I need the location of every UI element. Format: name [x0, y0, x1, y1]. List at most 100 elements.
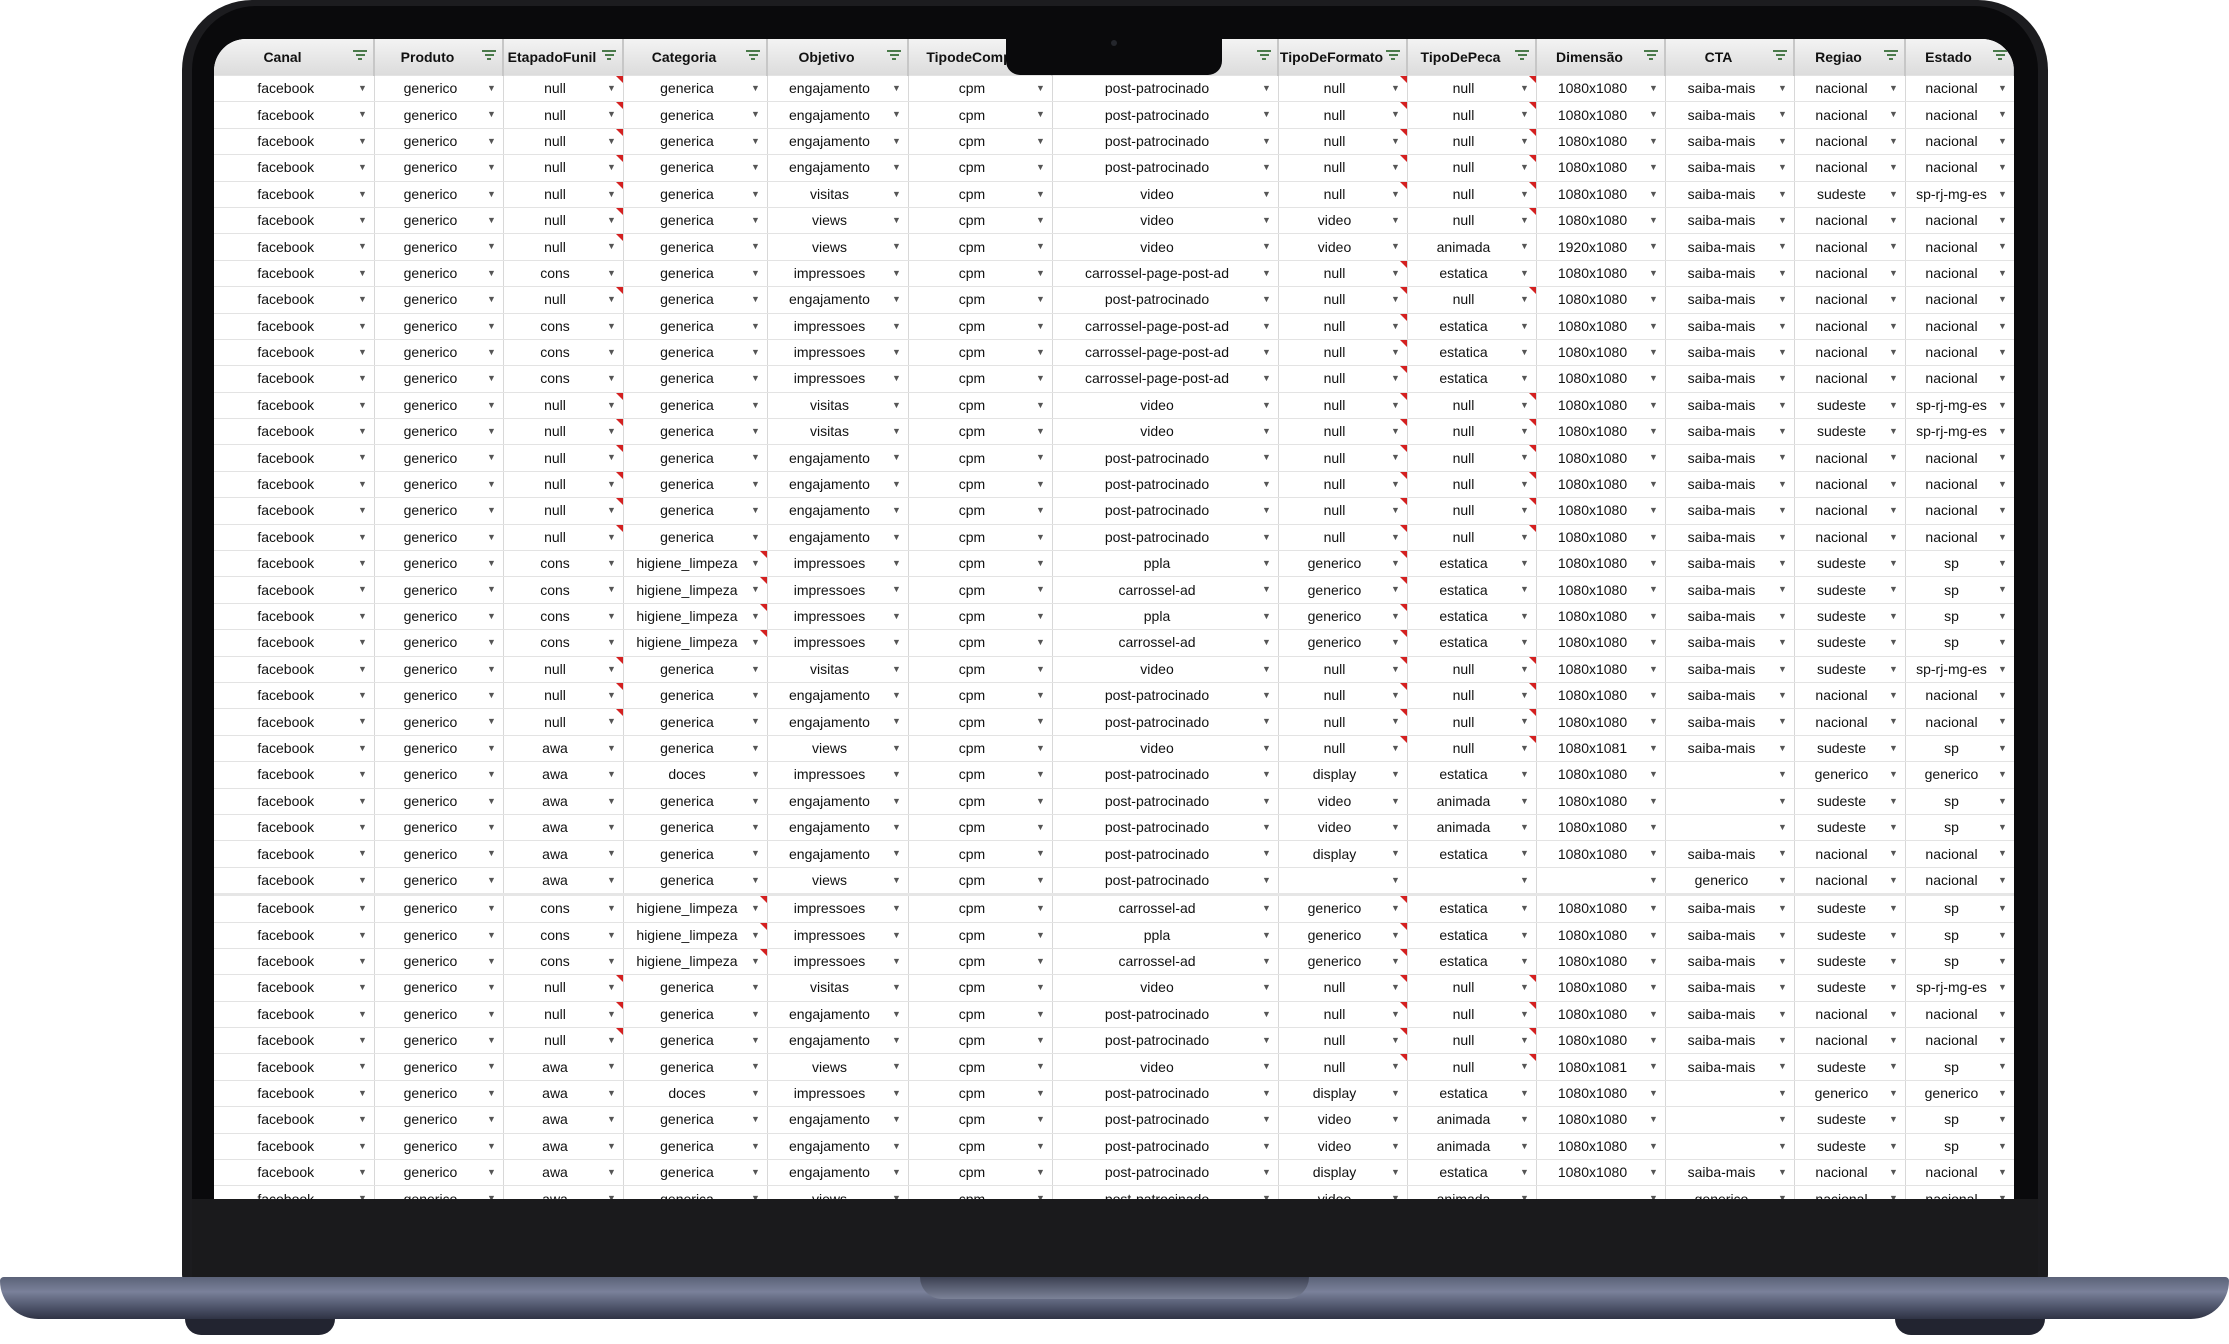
table-cell[interactable]: null ▼ [1407, 735, 1537, 763]
table-cell[interactable]: post-patrocinado ▼ [1052, 1001, 1279, 1029]
table-cell[interactable]: null ▼ [1278, 735, 1408, 763]
dropdown-arrow-icon[interactable]: ▼ [487, 261, 497, 286]
dropdown-arrow-icon[interactable]: ▼ [1998, 155, 2008, 180]
dropdown-arrow-icon[interactable]: ▼ [751, 419, 761, 444]
dropdown-arrow-icon[interactable]: ▼ [1262, 472, 1272, 497]
dropdown-arrow-icon[interactable]: ▼ [487, 898, 497, 921]
table-cell[interactable]: post-patrocinado ▼ [1052, 814, 1279, 842]
dropdown-arrow-icon[interactable]: ▼ [1998, 129, 2008, 154]
dropdown-arrow-icon[interactable]: ▼ [892, 261, 902, 286]
dropdown-arrow-icon[interactable]: ▼ [1036, 709, 1046, 734]
dropdown-arrow-icon[interactable]: ▼ [1998, 1054, 2008, 1079]
table-cell[interactable]: sp ▼ [1905, 1133, 2014, 1161]
table-cell[interactable]: nacional ▼ [1905, 128, 2014, 156]
comment-indicator-icon[interactable] [1528, 1028, 1535, 1036]
dropdown-arrow-icon[interactable]: ▼ [1036, 762, 1046, 787]
table-cell[interactable]: cpm ▼ [908, 948, 1053, 976]
dropdown-arrow-icon[interactable]: ▼ [1998, 287, 2008, 312]
dropdown-arrow-icon[interactable]: ▼ [1998, 577, 2008, 602]
table-cell[interactable]: engajamento ▼ [767, 101, 909, 129]
dropdown-arrow-icon[interactable]: ▼ [358, 155, 368, 180]
table-cell[interactable]: ppla ▼ [1052, 550, 1279, 578]
table-cell[interactable]: facebook ▼ [214, 576, 375, 604]
table-cell[interactable]: sudeste ▼ [1794, 1053, 1906, 1081]
table-cell[interactable]: higiene_limpeza ▼ [623, 603, 768, 631]
dropdown-arrow-icon[interactable]: ▼ [1778, 1160, 1788, 1185]
filter-icon[interactable] [482, 48, 496, 62]
table-cell[interactable]: facebook ▼ [214, 761, 375, 789]
comment-indicator-icon[interactable] [759, 948, 766, 956]
table-cell[interactable]: nacional ▼ [1794, 1001, 1906, 1029]
table-cell[interactable]: engajamento ▼ [767, 75, 909, 103]
table-cell[interactable]: awa ▼ [503, 840, 624, 868]
table-cell[interactable]: video ▼ [1278, 1185, 1408, 1199]
comment-indicator-icon[interactable] [1528, 155, 1535, 163]
table-cell[interactable]: nacional ▼ [1794, 75, 1906, 103]
table-cell[interactable]: engajamento ▼ [767, 286, 909, 314]
table-cell[interactable]: impressoes ▼ [767, 576, 909, 604]
table-cell[interactable]: generico ▼ [374, 948, 504, 976]
dropdown-arrow-icon[interactable]: ▼ [487, 1186, 497, 1199]
dropdown-arrow-icon[interactable]: ▼ [1778, 340, 1788, 365]
dropdown-arrow-icon[interactable]: ▼ [1649, 1134, 1659, 1159]
table-cell[interactable]: generico ▼ [374, 392, 504, 420]
table-cell[interactable]: estatica ▼ [1407, 629, 1537, 657]
table-cell[interactable]: facebook ▼ [214, 603, 375, 631]
table-cell[interactable]: awa ▼ [503, 761, 624, 789]
table-cell[interactable]: generico ▼ [1278, 629, 1408, 657]
dropdown-arrow-icon[interactable]: ▼ [1520, 949, 1530, 974]
table-cell[interactable]: 1080x1080 ▼ [1536, 181, 1666, 208]
table-cell[interactable]: saiba-mais ▼ [1665, 682, 1795, 710]
dropdown-arrow-icon[interactable]: ▼ [751, 525, 761, 550]
dropdown-arrow-icon[interactable]: ▼ [1889, 604, 1899, 629]
table-cell[interactable]: cons ▼ [503, 260, 624, 288]
dropdown-arrow-icon[interactable]: ▼ [1778, 898, 1788, 921]
filter-icon[interactable] [1884, 48, 1898, 62]
dropdown-arrow-icon[interactable]: ▼ [892, 393, 902, 418]
dropdown-arrow-icon[interactable]: ▼ [1520, 898, 1530, 921]
dropdown-arrow-icon[interactable]: ▼ [1778, 975, 1788, 1000]
dropdown-arrow-icon[interactable]: ▼ [1649, 736, 1659, 761]
table-cell[interactable]: generico ▼ [374, 75, 504, 103]
dropdown-arrow-icon[interactable]: ▼ [1889, 683, 1899, 708]
table-cell[interactable]: facebook ▼ [214, 867, 375, 896]
comment-indicator-icon[interactable] [1399, 76, 1406, 83]
table-cell[interactable]: cpm ▼ [908, 629, 1053, 657]
table-cell[interactable]: generico ▼ [374, 471, 504, 499]
table-cell[interactable]: cpm ▼ [908, 576, 1053, 604]
table-cell[interactable]: sp ▼ [1905, 735, 2014, 763]
table-cell[interactable]: generico ▼ [1665, 1185, 1795, 1199]
dropdown-arrow-icon[interactable]: ▼ [1036, 340, 1046, 365]
table-cell[interactable]: animada ▼ [1407, 1106, 1537, 1134]
table-cell[interactable]: cpm ▼ [908, 444, 1053, 472]
table-cell[interactable]: ▼ [1665, 1106, 1795, 1134]
dropdown-arrow-icon[interactable]: ▼ [1036, 975, 1046, 1000]
dropdown-arrow-icon[interactable]: ▼ [1649, 445, 1659, 470]
dropdown-arrow-icon[interactable]: ▼ [892, 340, 902, 365]
table-cell[interactable]: impressoes ▼ [767, 922, 909, 949]
dropdown-arrow-icon[interactable]: ▼ [487, 445, 497, 470]
table-cell[interactable]: facebook ▼ [214, 840, 375, 868]
table-cell[interactable]: saiba-mais ▼ [1665, 893, 1795, 923]
table-cell[interactable]: nacional ▼ [1905, 233, 2014, 261]
table-cell[interactable]: facebook ▼ [214, 286, 375, 314]
dropdown-arrow-icon[interactable]: ▼ [751, 445, 761, 470]
comment-indicator-icon[interactable] [1399, 102, 1406, 110]
table-cell[interactable]: facebook ▼ [214, 1185, 375, 1199]
dropdown-arrow-icon[interactable]: ▼ [1649, 1081, 1659, 1106]
table-cell[interactable]: null ▼ [503, 101, 624, 129]
table-cell[interactable]: generico ▼ [374, 524, 504, 552]
table-cell[interactable]: null ▼ [503, 524, 624, 552]
dropdown-arrow-icon[interactable]: ▼ [358, 525, 368, 550]
dropdown-arrow-icon[interactable]: ▼ [487, 525, 497, 550]
dropdown-arrow-icon[interactable]: ▼ [892, 604, 902, 629]
dropdown-arrow-icon[interactable]: ▼ [892, 815, 902, 840]
dropdown-arrow-icon[interactable]: ▼ [1778, 155, 1788, 180]
comment-indicator-icon[interactable] [615, 207, 622, 215]
column-header[interactable]: Objetivo [767, 39, 909, 76]
table-cell[interactable]: nacional ▼ [1794, 444, 1906, 472]
dropdown-arrow-icon[interactable]: ▼ [1036, 1002, 1046, 1027]
dropdown-arrow-icon[interactable]: ▼ [1998, 419, 2008, 444]
table-cell[interactable]: visitas ▼ [767, 974, 909, 1002]
table-cell[interactable]: post-patrocinado ▼ [1052, 682, 1279, 710]
